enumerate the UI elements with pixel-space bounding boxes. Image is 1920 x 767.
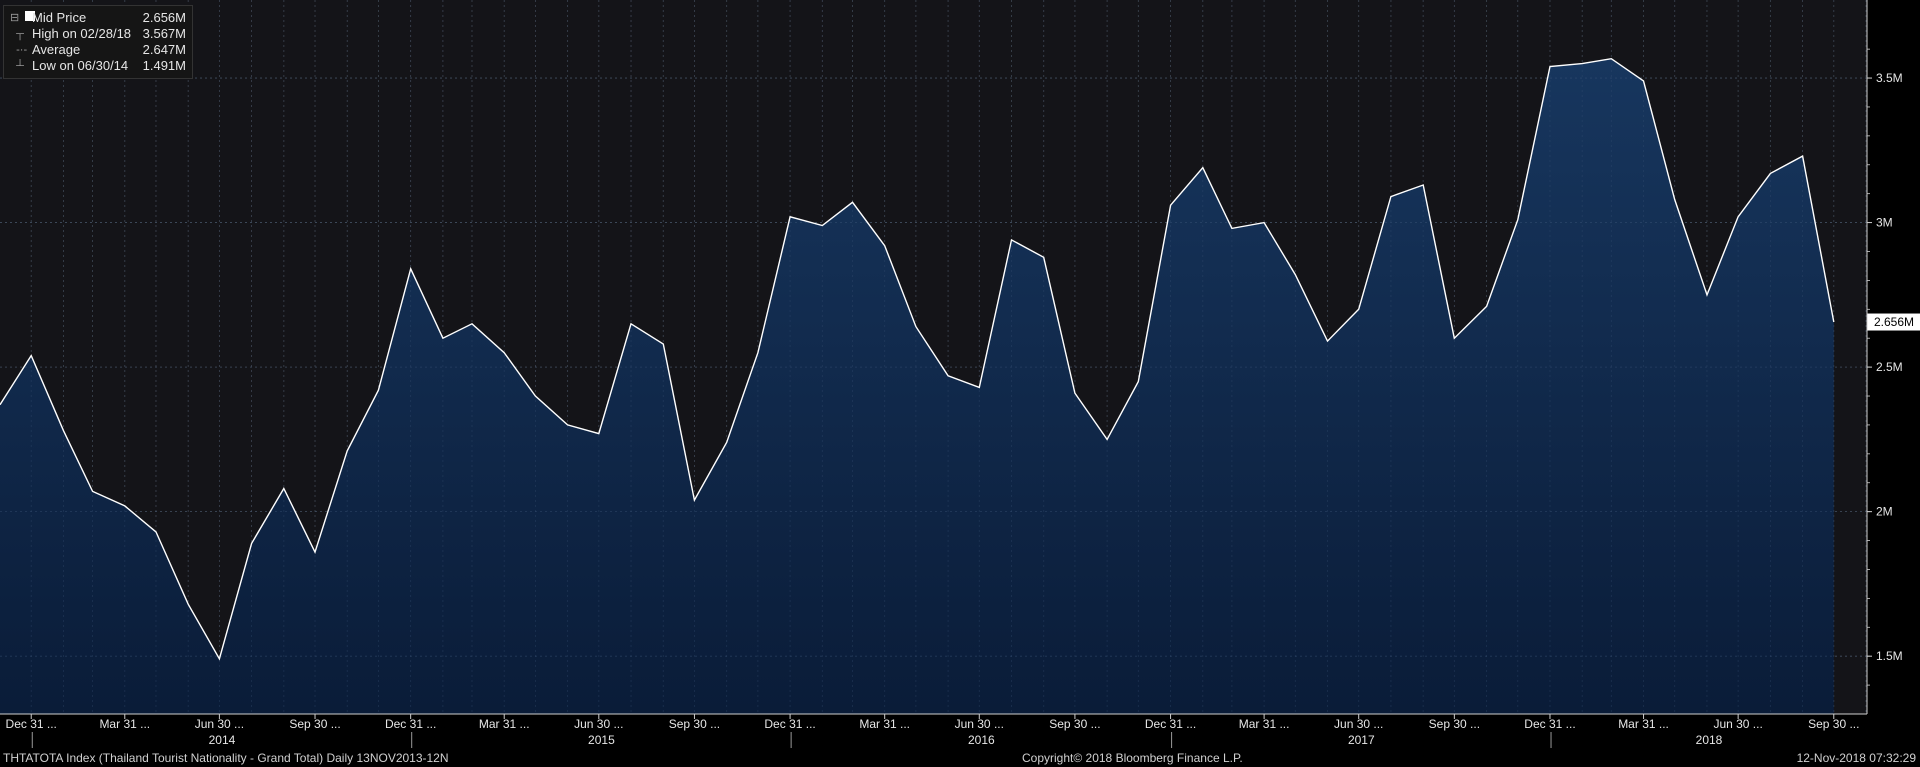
footer-copyright: Copyright© 2018 Bloomberg Finance L.P. (1022, 751, 1243, 765)
legend-item-mid-price: ⊟ Mid Price 2.656M (10, 10, 186, 26)
last-value-marker: 2.656M (1867, 313, 1920, 331)
x-year-label: 2016 (968, 733, 995, 747)
x-tick-label: Dec 31 ... (1145, 717, 1196, 731)
y-tick-label: 2M (1876, 505, 1893, 519)
x-tick-label: Sep 30 ... (1808, 717, 1859, 731)
x-tick-label: Jun 30 ... (955, 717, 1004, 731)
footer-timestamp: 12-Nov-2018 07:32:29 (1796, 751, 1916, 765)
square-icon: ⊟ (10, 10, 36, 26)
x-axis-years: 2014 2015 2016 2017 2018 (31, 732, 1723, 748)
legend-item-high: ┬ High on 02/28/18 3.567M (10, 26, 186, 41)
high-marker-icon: ┬ (10, 28, 24, 40)
x-tick-label: Jun 30 ... (195, 717, 244, 731)
line-chart: 1.5M 2M 2.5M 3M 3.5M Dec 31 ... Mar 31 ... Jun… (0, 0, 1920, 748)
footer-security-description: THTATOTA Index (Thailand Tourist Nationa… (3, 751, 449, 765)
last-value-label: 2.656M (1874, 315, 1914, 329)
footer: THTATOTA Index (Thailand Tourist Nationa… (0, 749, 1920, 767)
legend: ⊟ Mid Price 2.656M ┬ High on 02/28/18 3.… (3, 5, 193, 79)
y-tick-label: 3.5M (1876, 71, 1903, 85)
x-tick-label: Mar 31 ... (479, 717, 530, 731)
legend-item-average: -·- Average 2.647M (10, 42, 186, 57)
x-tick-label: Dec 31 ... (6, 717, 57, 731)
x-tick-label: Mar 31 ... (99, 717, 150, 731)
x-year-label: 2018 (1696, 733, 1723, 747)
x-tick-label: Sep 30 ... (289, 717, 340, 731)
x-axis-ticks: Dec 31 ... Mar 31 ... Jun 30 ... Sep 30 ...… (6, 714, 1859, 731)
x-year-label: 2017 (1348, 733, 1375, 747)
x-tick-label: Dec 31 ... (385, 717, 436, 731)
y-tick-label: 3M (1876, 216, 1893, 230)
x-tick-label: Mar 31 ... (1618, 717, 1669, 731)
y-tick-label: 2.5M (1876, 360, 1903, 374)
x-tick-label: Mar 31 ... (859, 717, 910, 731)
x-tick-label: Jun 30 ... (1334, 717, 1383, 731)
legend-item-low: ┴ Low on 06/30/14 1.491M (10, 58, 186, 73)
x-tick-label: Mar 31 ... (1239, 717, 1290, 731)
y-tick-label: 1.5M (1876, 649, 1903, 663)
x-tick-label: Dec 31 ... (1524, 717, 1575, 731)
x-tick-label: Dec 31 ... (764, 717, 815, 731)
x-year-label: 2014 (209, 733, 236, 747)
chart-area: 1.5M 2M 2.5M 3M 3.5M Dec 31 ... Mar 31 ... Jun… (0, 0, 1920, 767)
x-tick-label: Sep 30 ... (1049, 717, 1100, 731)
x-tick-label: Sep 30 ... (669, 717, 720, 731)
x-tick-label: Sep 30 ... (1429, 717, 1480, 731)
x-tick-label: Jun 30 ... (574, 717, 623, 731)
x-tick-label: Jun 30 ... (1713, 717, 1762, 731)
average-marker-icon: -·- (10, 44, 28, 56)
x-year-label: 2015 (588, 733, 615, 747)
low-marker-icon: ┴ (10, 60, 24, 72)
y-axis-ticks: 1.5M 2M 2.5M 3M 3.5M (1867, 48, 1903, 686)
